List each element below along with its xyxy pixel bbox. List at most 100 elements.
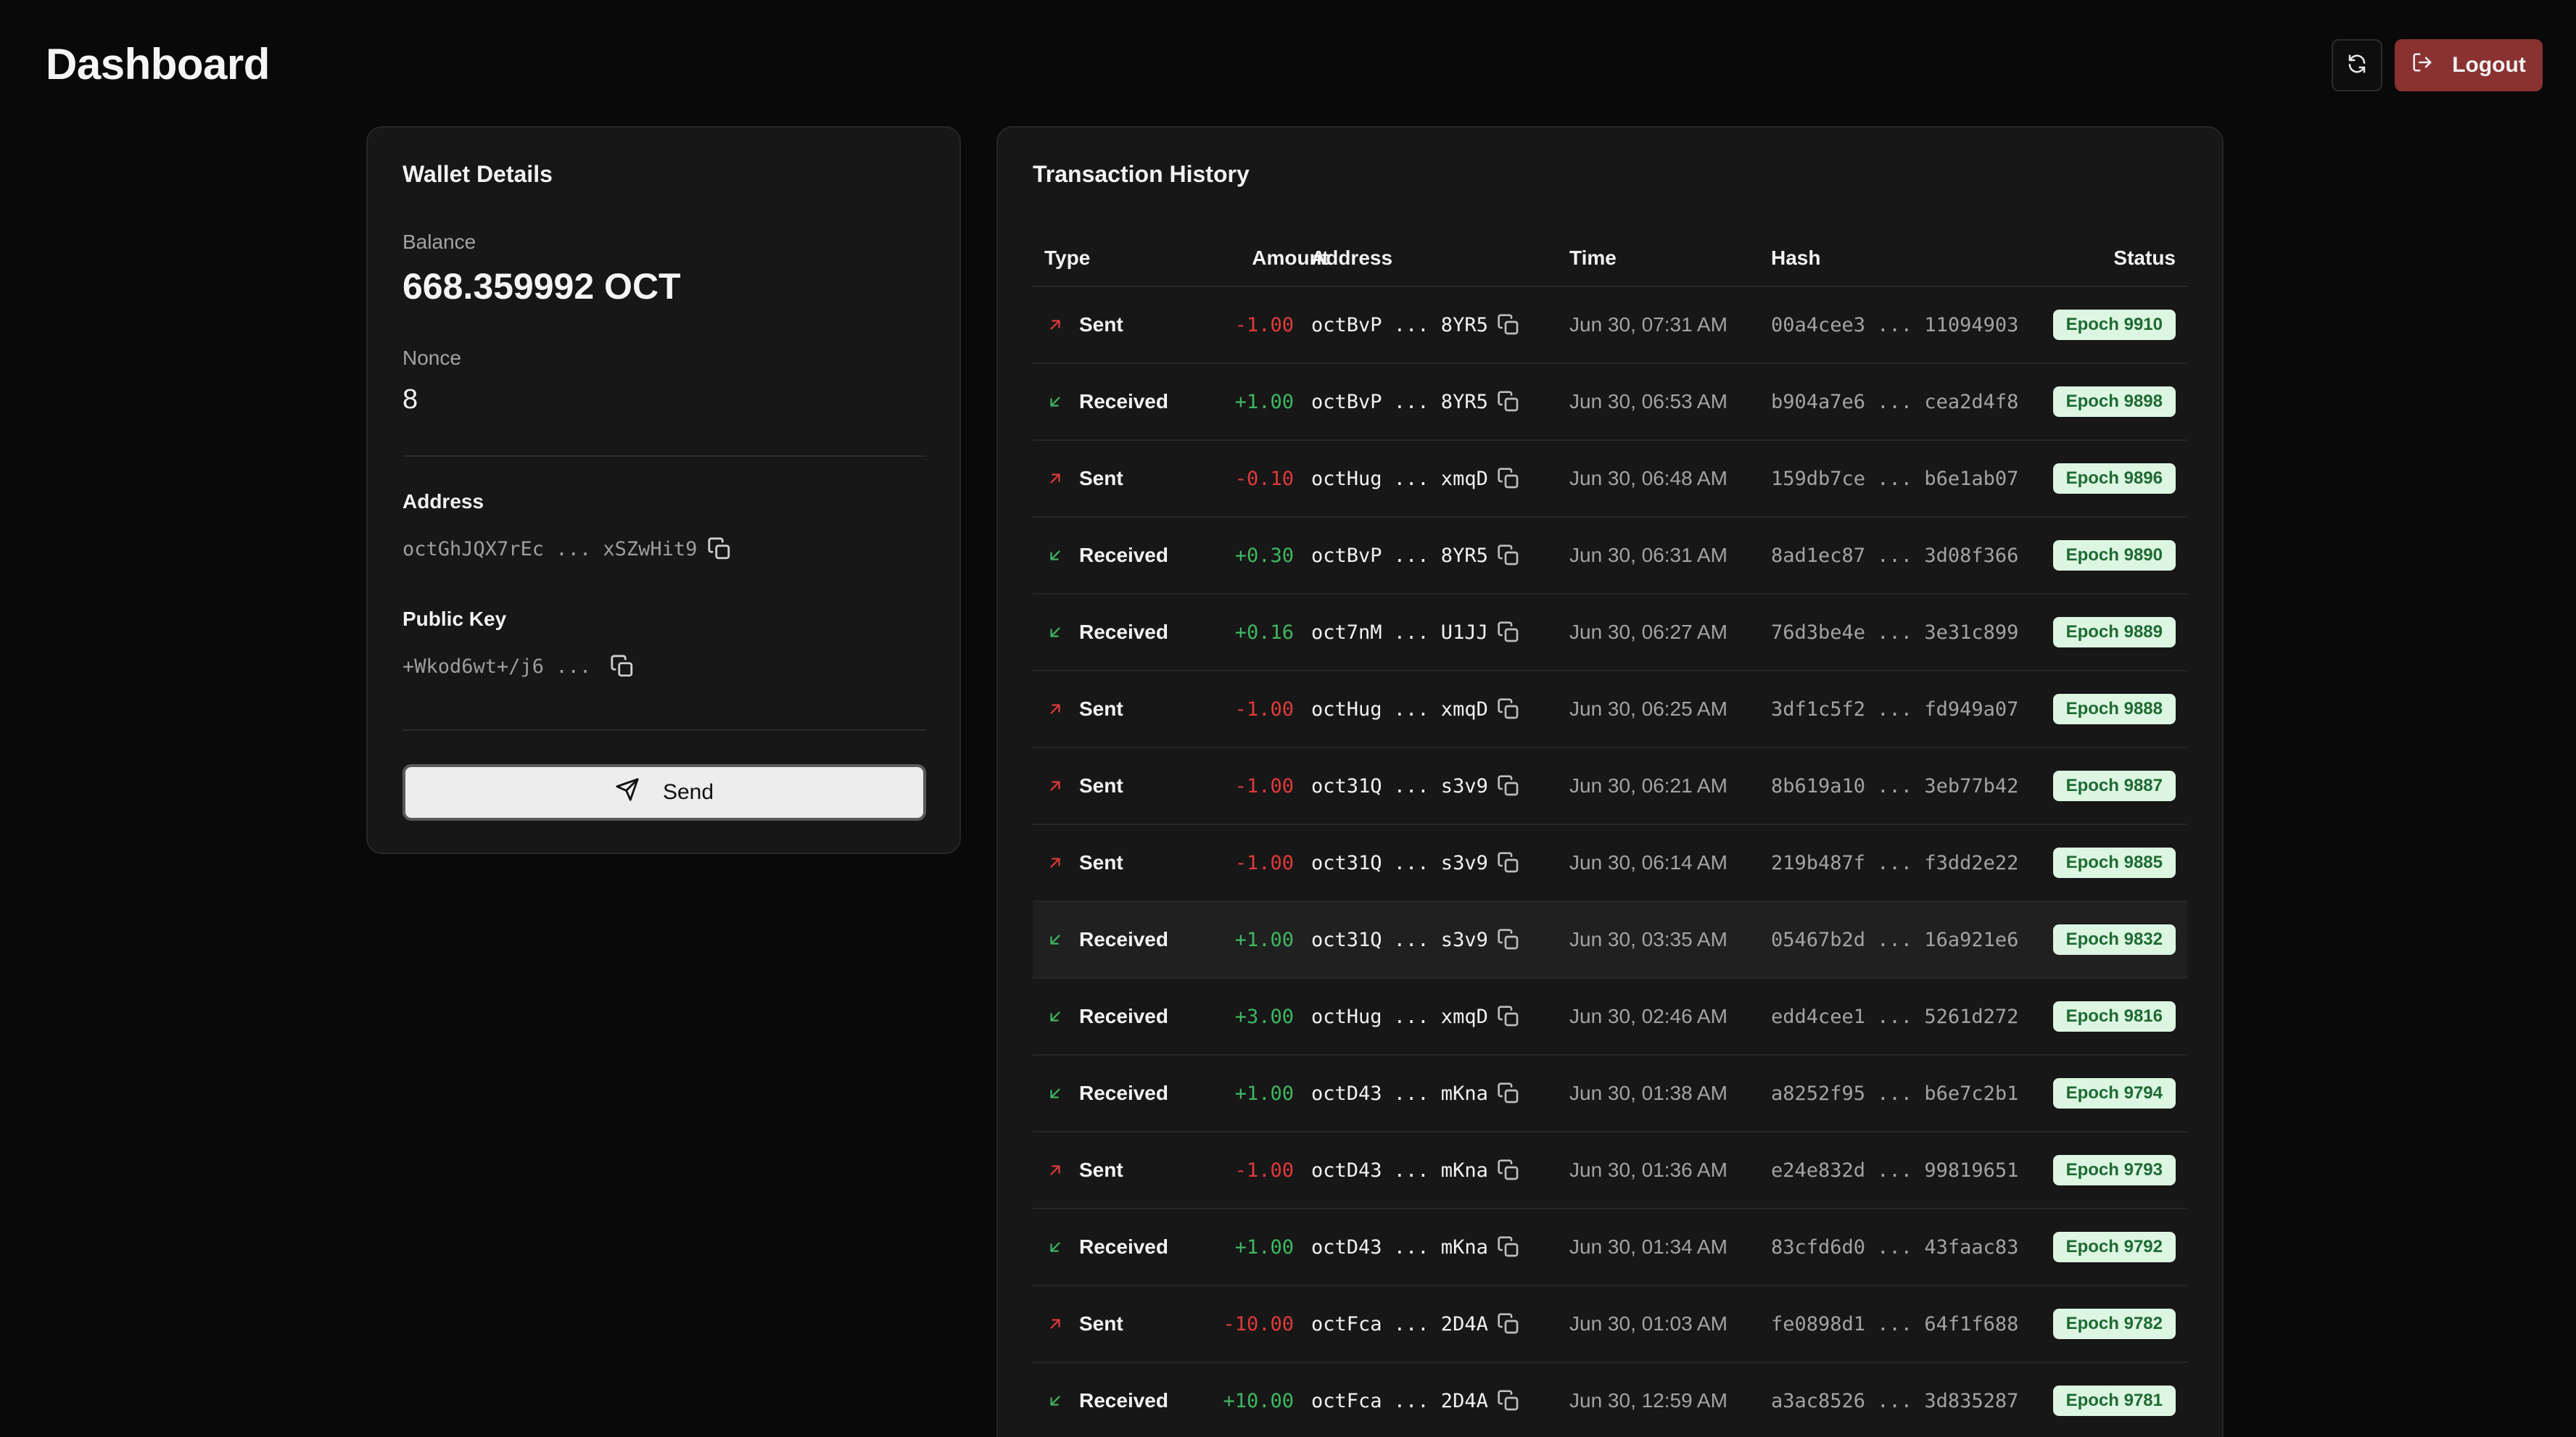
copy-public-key-icon[interactable] [610, 654, 635, 679]
tx-hash[interactable]: 00a4cee3 ... 11094903 [1771, 287, 2018, 363]
tx-time: Jun 30, 06:48 AM [1569, 467, 1727, 489]
refresh-icon [2346, 53, 2368, 78]
copy-icon[interactable] [1497, 1056, 1520, 1131]
arrow-up-right-icon [1047, 441, 1065, 516]
copy-icon[interactable] [1497, 518, 1520, 593]
status-cell: Epoch 9888 [2052, 671, 2176, 747]
tx-address: oct31Q ... s3v9 [1311, 774, 1488, 798]
divider [402, 455, 926, 457]
tx-amount: +1.00 [1234, 928, 1294, 951]
column-header-status: Status [2113, 247, 2176, 269]
refresh-button[interactable] [2332, 39, 2382, 91]
transaction-row[interactable]: Sent -0.10 octHug ... xmqD Jun 30, 06:48 AM… [1033, 441, 2187, 518]
copy-icon[interactable] [1497, 1209, 1520, 1285]
tx-amount: +0.30 [1234, 544, 1294, 567]
copy-icon[interactable] [1497, 1132, 1520, 1208]
tx-time: Jun 30, 06:25 AM [1569, 697, 1727, 720]
tx-address: octBvP ... 8YR5 [1311, 390, 1488, 413]
transaction-row[interactable]: Sent -1.00 octBvP ... 8YR5 Jun 30, 07:31 AM… [1033, 287, 2187, 364]
tx-time: Jun 30, 12:59 AM [1569, 1389, 1727, 1412]
transaction-row[interactable]: Received +0.30 octBvP ... 8YR5 Jun 30, 06:3… [1033, 518, 2187, 595]
copy-icon[interactable] [1497, 364, 1520, 439]
tx-hash[interactable]: edd4cee1 ... 5261d272 [1771, 979, 2018, 1054]
tx-hash[interactable]: e24e832d ... 99819651 [1771, 1132, 2018, 1208]
transaction-list: Sent -1.00 octBvP ... 8YR5 Jun 30, 07:31 AM… [1033, 287, 2187, 1437]
tx-hash[interactable]: 76d3be4e ... 3e31c899 [1771, 595, 2018, 670]
status-badge: Epoch 9792 [2052, 1231, 2176, 1263]
transaction-row[interactable]: Sent -1.00 octD43 ... mKna Jun 30, 01:36 AM… [1033, 1132, 2187, 1209]
tx-address: octD43 ... mKna [1311, 1159, 1488, 1182]
status-badge: Epoch 9887 [2052, 770, 2176, 802]
copy-icon[interactable] [1497, 979, 1520, 1054]
tx-time: Jun 30, 01:34 AM [1569, 1235, 1727, 1258]
logout-icon [2411, 51, 2433, 79]
transaction-row[interactable]: Received +3.00 octHug ... xmqD Jun 30, 02:4… [1033, 979, 2187, 1056]
copy-icon[interactable] [1497, 1363, 1520, 1437]
copy-icon[interactable] [1497, 748, 1520, 824]
tx-type: Received [1079, 544, 1168, 566]
transaction-row[interactable]: Received +0.16 oct7nM ... U1JJ Jun 30, 06:2… [1033, 595, 2187, 671]
tx-hash[interactable]: 83cfd6d0 ... 43faac83 [1771, 1209, 2018, 1285]
tx-amount: -1.00 [1234, 851, 1294, 874]
status-badge: Epoch 9889 [2052, 616, 2176, 648]
copy-icon[interactable] [1497, 825, 1520, 900]
arrow-down-left-icon [1047, 902, 1065, 977]
tx-hash[interactable]: a3ac8526 ... 3d835287 [1771, 1363, 2018, 1437]
copy-icon[interactable] [1497, 595, 1520, 670]
tx-address: octHug ... xmqD [1311, 1005, 1488, 1028]
transaction-row[interactable]: Sent -1.00 octHug ... xmqD Jun 30, 06:25 AM… [1033, 671, 2187, 748]
copy-icon[interactable] [1497, 902, 1520, 977]
arrow-up-right-icon [1047, 671, 1065, 747]
tx-amount: -1.00 [1234, 774, 1294, 798]
transaction-row[interactable]: Received +10.00 octFca ... 2D4A Jun 30, 12:… [1033, 1363, 2187, 1437]
tx-time: Jun 30, 01:03 AM [1569, 1312, 1727, 1335]
send-button[interactable]: Send [402, 764, 926, 821]
tx-type: Received [1079, 1005, 1168, 1027]
tx-type: Received [1079, 1235, 1168, 1258]
tx-amount: -1.00 [1234, 1159, 1294, 1182]
status-cell: Epoch 9782 [2052, 1286, 2176, 1362]
transaction-row[interactable]: Sent -10.00 octFca ... 2D4A Jun 30, 01:03 A… [1033, 1286, 2187, 1363]
tx-hash[interactable]: 159db7ce ... b6e1ab07 [1771, 441, 2018, 516]
copy-address-icon[interactable] [707, 537, 732, 561]
tx-hash[interactable]: 8ad1ec87 ... 3d08f366 [1771, 518, 2018, 593]
tx-hash[interactable]: 219b487f ... f3dd2e22 [1771, 825, 2018, 900]
transaction-row[interactable]: Sent -1.00 oct31Q ... s3v9 Jun 30, 06:14 AM… [1033, 825, 2187, 902]
transaction-row[interactable]: Received +1.00 octBvP ... 8YR5 Jun 30, 06:5… [1033, 364, 2187, 441]
arrow-down-left-icon [1047, 364, 1065, 439]
balance-label: Balance [402, 231, 476, 253]
transaction-row[interactable]: Received +1.00 oct31Q ... s3v9 Jun 30, 03:3… [1033, 902, 2187, 979]
tx-hash[interactable]: 3df1c5f2 ... fd949a07 [1771, 671, 2018, 747]
logout-button[interactable]: Logout [2395, 39, 2543, 91]
status-badge: Epoch 9898 [2052, 386, 2176, 418]
send-icon [615, 777, 640, 808]
status-badge: Epoch 9896 [2052, 463, 2176, 494]
status-cell: Epoch 9781 [2052, 1363, 2176, 1437]
transaction-row[interactable]: Received +1.00 octD43 ... mKna Jun 30, 01:3… [1033, 1056, 2187, 1132]
tx-hash[interactable]: 8b619a10 ... 3eb77b42 [1771, 748, 2018, 824]
wallet-address: octGhJQX7rEc ... xSZwHit9 [402, 538, 698, 560]
tx-hash[interactable]: 05467b2d ... 16a921e6 [1771, 902, 2018, 977]
tx-hash[interactable]: fe0898d1 ... 64f1f688 [1771, 1286, 2018, 1362]
status-cell: Epoch 9887 [2052, 748, 2176, 824]
tx-address: oct31Q ... s3v9 [1311, 851, 1488, 874]
send-label: Send [662, 780, 714, 804]
status-badge: Epoch 9782 [2052, 1308, 2176, 1340]
tx-amount: +1.00 [1234, 390, 1294, 413]
tx-type: Sent [1079, 1312, 1123, 1335]
transaction-history-title: Transaction History [1033, 161, 1250, 187]
tx-hash[interactable]: b904a7e6 ... cea2d4f8 [1771, 364, 2018, 439]
copy-icon[interactable] [1497, 287, 1520, 363]
tx-type: Sent [1079, 774, 1123, 797]
arrow-down-left-icon [1047, 518, 1065, 593]
copy-icon[interactable] [1497, 1286, 1520, 1362]
tx-hash[interactable]: a8252f95 ... b6e7c2b1 [1771, 1056, 2018, 1131]
copy-icon[interactable] [1497, 441, 1520, 516]
copy-icon[interactable] [1497, 671, 1520, 747]
status-cell: Epoch 9896 [2052, 441, 2176, 516]
transaction-row[interactable]: Sent -1.00 oct31Q ... s3v9 Jun 30, 06:21 AM… [1033, 748, 2187, 825]
arrow-up-right-icon [1047, 287, 1065, 363]
tx-amount: -1.00 [1234, 313, 1294, 336]
tx-address: octHug ... xmqD [1311, 697, 1488, 721]
transaction-row[interactable]: Received +1.00 octD43 ... mKna Jun 30, 01:3… [1033, 1209, 2187, 1286]
